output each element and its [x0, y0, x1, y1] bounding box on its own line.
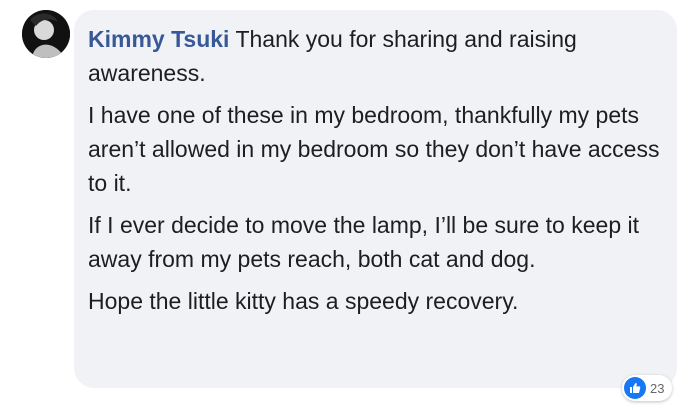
comment-thread: Kimmy Tsuki Thank you for sharing and ra…: [0, 0, 700, 416]
like-icon: [624, 377, 646, 399]
comment-paragraph: I have one of these in my bedroom, thank…: [88, 102, 660, 196]
reaction-count: 23: [650, 380, 665, 396]
comment-paragraph: If I ever decide to move the lamp, I’ll …: [88, 212, 640, 272]
comment-bubble: Kimmy Tsuki Thank you for sharing and ra…: [74, 10, 677, 388]
author-name[interactable]: Kimmy Tsuki: [88, 26, 229, 52]
comment-paragraph: Hope the little kitty has a speedy recov…: [88, 288, 519, 314]
reaction-count-badge[interactable]: 23: [622, 375, 673, 401]
comment-first-paragraph: Kimmy Tsuki Thank you for sharing and ra…: [88, 22, 663, 90]
avatar[interactable]: [22, 10, 70, 58]
